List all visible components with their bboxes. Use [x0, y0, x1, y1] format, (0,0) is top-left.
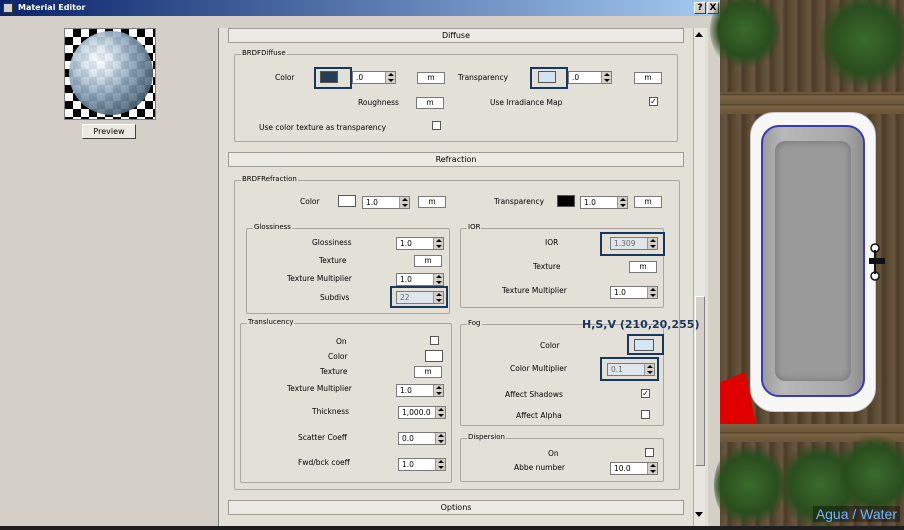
abbe-number-input[interactable]: 10.0: [610, 462, 658, 475]
ior-tex-mult-input[interactable]: 1.0: [610, 286, 658, 299]
fog-color-mult-label: Color Multiplier: [510, 364, 567, 373]
dispersion-on-checkbox[interactable]: [645, 448, 654, 457]
refraction-color-swatch[interactable]: [338, 195, 356, 207]
plant: [710, 0, 780, 70]
thickness-label: Thickness: [312, 407, 350, 416]
section-options[interactable]: Options: [228, 500, 684, 515]
help-button[interactable]: ?: [694, 2, 706, 14]
abbe-number-label: Abbe number: [514, 463, 565, 472]
affect-shadows-label: Affect Shadows: [505, 390, 563, 399]
render-view: Agua / Water: [710, 0, 904, 530]
window-title: Material Editor: [18, 3, 86, 12]
deck-planks-top: [720, 92, 904, 114]
affect-shadows-checkbox[interactable]: ✓: [641, 389, 650, 398]
highlight-diffuse-color: [314, 67, 352, 89]
refraction-transparency-amount[interactable]: 1.0: [580, 196, 628, 209]
group-title: Glossiness: [253, 223, 292, 231]
ior-texture-label: Texture: [533, 262, 561, 271]
scatter-coeff-input[interactable]: 0.0: [398, 432, 446, 445]
group-title: IOR: [467, 223, 482, 231]
preview-button[interactable]: Preview: [82, 124, 136, 139]
translucency-tex-mult-label: Texture Multiplier: [287, 384, 352, 393]
diffuse-transparency-amount[interactable]: .0: [568, 71, 612, 84]
gloss-tex-mult-label: Texture Multiplier: [287, 274, 352, 283]
refraction-color-map-button[interactable]: m: [418, 196, 446, 208]
glossiness-input[interactable]: 1.0: [396, 237, 444, 250]
translucency-on-checkbox[interactable]: [430, 336, 439, 345]
gloss-texture-map-button[interactable]: m: [414, 255, 442, 267]
diffuse-color-label: Color: [275, 73, 295, 82]
roughness-label: Roughness: [358, 98, 399, 107]
group-title: Dispersion: [467, 433, 506, 441]
refraction-color-label: Color: [300, 197, 320, 206]
irradiance-checkbox[interactable]: ✓: [649, 97, 658, 106]
group-title: BRDFRefraction: [241, 175, 298, 183]
gloss-texture-label: Texture: [319, 256, 347, 265]
diffuse-transparency-label: Transparency: [458, 73, 509, 82]
highlight-diffuse-transparency: [530, 67, 568, 89]
hsv-annotation: H,S,V (210,20,255): [582, 318, 700, 331]
dispersion-group: Dispersion: [460, 433, 664, 482]
subdivs-label: Subdivs: [320, 293, 350, 302]
glossiness-label: Glossiness: [312, 238, 352, 247]
refraction-transparency-map-button[interactable]: m: [634, 196, 662, 208]
preview-sphere: [69, 31, 153, 115]
dispersion-on-label: On: [548, 449, 559, 458]
roughness-map-button[interactable]: m: [416, 97, 444, 109]
plant: [714, 440, 784, 530]
highlight-fog-color-mult: [600, 357, 659, 381]
ior-tex-mult-label: Texture Multiplier: [502, 286, 567, 295]
highlight-ior: [600, 232, 665, 256]
bathtub-floor: [775, 141, 851, 381]
affect-alpha-checkbox[interactable]: [641, 410, 650, 419]
ior-texture-map-button[interactable]: m: [629, 261, 657, 273]
fwd-bck-coeff-input[interactable]: 1.0: [398, 458, 446, 471]
diffuse-transparency-map-button[interactable]: m: [634, 72, 662, 84]
translucency-texture-label: Texture: [320, 367, 348, 376]
material-preview: [64, 28, 156, 120]
group-title: BRDFDiffuse: [241, 49, 287, 57]
scatter-coeff-label: Scatter Coeff: [298, 433, 348, 442]
affect-alpha-label: Affect Alpha: [516, 411, 562, 420]
vertical-scrollbar[interactable]: [693, 28, 705, 526]
title-bar: Material Editor ? X: [0, 0, 720, 16]
group-title: Fog: [467, 319, 482, 327]
diffuse-color-map-button[interactable]: m: [417, 72, 445, 84]
scroll-up-icon[interactable]: [695, 32, 703, 37]
section-refraction[interactable]: Refraction: [228, 152, 684, 167]
app-icon: [3, 3, 13, 13]
translucency-tex-mult-input[interactable]: 1.0: [396, 384, 444, 397]
bathtub: [750, 112, 876, 412]
fwd-bck-coeff-label: Fwd/bck coeff: [298, 458, 350, 467]
bathtub-water: [761, 125, 865, 397]
thickness-input[interactable]: 1,000.0: [398, 406, 446, 419]
refraction-transparency-swatch[interactable]: [557, 195, 575, 207]
diffuse-color-amount[interactable]: .0: [352, 71, 396, 84]
refraction-color-amount[interactable]: 1.0: [362, 196, 410, 209]
translucency-on-label: On: [336, 337, 347, 346]
irradiance-label: Use Irradiance Map: [490, 98, 563, 107]
scroll-down-icon[interactable]: [695, 512, 703, 517]
fog-color-label: Color: [540, 341, 560, 350]
highlight-subdivs: [390, 286, 448, 308]
translucency-color-swatch[interactable]: [425, 350, 443, 362]
refraction-transparency-label: Transparency: [494, 197, 545, 206]
section-diffuse[interactable]: Diffuse: [228, 28, 684, 43]
ior-label: IOR: [545, 238, 559, 247]
plant: [820, 0, 904, 90]
color-tex-transparency-label: Use color texture as transparency: [259, 123, 387, 132]
highlight-fog-color: [627, 334, 664, 355]
translucency-texture-map-button[interactable]: m: [414, 366, 442, 378]
color-tex-transparency-checkbox[interactable]: [432, 121, 441, 130]
group-title: Translucency: [247, 318, 295, 326]
faucet-icon: [869, 243, 885, 281]
gloss-tex-mult-input[interactable]: 1.0: [396, 273, 444, 286]
translucency-color-label: Color: [328, 352, 348, 361]
scene-caption: Agua / Water: [812, 506, 900, 522]
